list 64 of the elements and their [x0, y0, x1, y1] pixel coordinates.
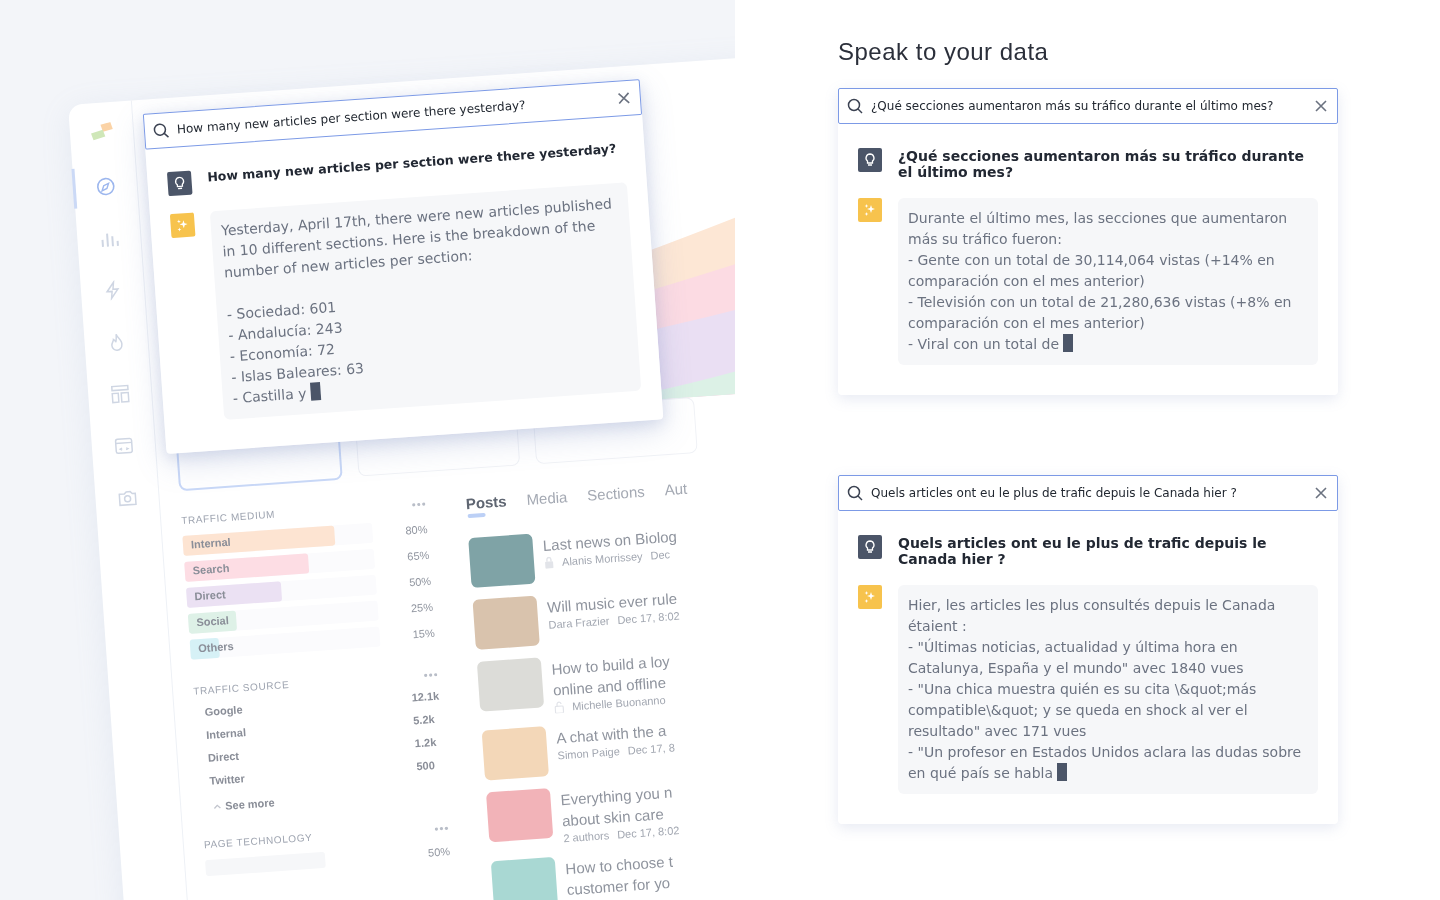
answer-text: Yesterday, April 17th, there were new articles published in 10 different sections. Here is the breakdown of the number of new articles per section: - Sociedad: 601 - Andalucía: 243 - Economía: 72 - Islas Baleares: 63 - Castilla y [220, 192, 631, 410]
post-date: Dec 17, 8 [627, 741, 676, 757]
post-author: Alanis Morrissey [561, 550, 643, 568]
tab[interactable]: Posts [465, 492, 508, 519]
more-options-icon[interactable] [423, 672, 438, 678]
see-more-link[interactable]: See more [224, 796, 276, 812]
clear-button[interactable] [1313, 98, 1329, 114]
post-date: Dec 17, 8:02 [616, 824, 680, 841]
bar-label: Internal [190, 535, 231, 551]
source-label: Internal [205, 725, 248, 741]
search-input[interactable]: ¿Qué secciones aumentaron más su tráfico durante el último mes? [871, 99, 1305, 113]
source-value: 5.2k [412, 712, 437, 727]
page-heading: Speak to your data [838, 38, 1050, 66]
percent-text: 50% [407, 574, 432, 591]
source-label: Direct [207, 748, 241, 764]
post-author: Michelle Buonanno [571, 693, 666, 713]
source-value: 1.2k [414, 735, 438, 750]
search-icon [847, 485, 863, 501]
percent-text: 50% [426, 845, 451, 861]
post-date: Dec [650, 548, 671, 562]
percent-text: 15% [411, 626, 436, 643]
post-author: Dara Frazier [548, 614, 610, 631]
bar-label: Direct [194, 588, 227, 603]
lightbulb-icon [858, 535, 882, 559]
search-icon [847, 98, 863, 114]
percent-text: 65% [405, 548, 430, 565]
section-title: TRAFFIC MEDIUM [180, 508, 276, 527]
post-title[interactable]: Everything you n [560, 783, 678, 809]
source-value: 500 [416, 758, 437, 773]
search-field[interactable]: Quels articles ont eu le plus de trafic depuis le Canada hier ? [838, 475, 1338, 511]
question-text: Quels articles ont eu le plus de trafic depuis le Canada hier ? [898, 535, 1268, 567]
post-date: Dec 17, 8:02 [616, 609, 680, 626]
source-value: 12.1k [411, 689, 440, 704]
section-title: TRAFFIC SOURCE [192, 679, 290, 697]
lightbulb-icon [166, 170, 193, 197]
chevron-up-icon [213, 803, 222, 810]
search-icon [152, 122, 170, 140]
sparkle-icon [858, 585, 882, 609]
post-title[interactable]: How to build a loy [550, 652, 671, 678]
search-input[interactable]: How many new articles per section were there yesterday? [176, 92, 609, 137]
tab[interactable]: Aut [663, 479, 689, 505]
sparkle-icon [169, 212, 196, 239]
answer-text: Durante el último mes, las secciones que aumentaron más su tráfico fueron: - Gente con un total de 30,114,064 vistas (+14% en comparación con el mes anterior) - Televisión con un total de 21,280,636 vistas (+8% en comparación con el mes anterior) - Viral con un total de [908, 208, 1308, 355]
source-label: Google [204, 702, 244, 718]
percent-text: 80% [404, 522, 428, 539]
section-title: PAGE TECHNOLOGY [203, 831, 313, 851]
percent-text: 25% [409, 600, 434, 617]
bar-label: Others [197, 639, 234, 655]
sparkle-icon [858, 198, 882, 222]
post-author: 2 authors [562, 829, 610, 845]
bar-label: Social [196, 614, 230, 629]
lightbulb-icon [858, 148, 882, 172]
bar-label: Search [192, 561, 230, 577]
tab[interactable]: Sections [586, 482, 646, 510]
clear-button[interactable] [1313, 485, 1329, 501]
answer-text: Hier, les articles les plus consultés depuis le Canada étaient : - "Últimas noticias, actualidad y última hora en Catalunya, España y el mundo" avec 1840 vues - "Una chica muestra quién es su cita \&quot;más compatible\&quot; y se queda en shock al ver el resultado" avec 171 vues - "Un profesor en Estados Unidos aclara las dudas sobre en qué país se habla [908, 595, 1308, 784]
post-author: Simon Paige [557, 745, 621, 762]
search-input[interactable]: Quels articles ont eu le plus de trafic depuis le Canada hier ? [871, 486, 1305, 500]
tab[interactable]: Media [525, 488, 569, 514]
search-field[interactable]: ¿Qué secciones aumentaron más su tráfico durante el último mes? [838, 88, 1338, 124]
more-options-icon[interactable] [434, 825, 449, 831]
question-text: ¿Qué secciones aumentaron más su tráfico durante el último mes? [898, 148, 1305, 180]
source-label: Twitter [209, 771, 247, 787]
more-options-icon[interactable] [411, 501, 426, 507]
